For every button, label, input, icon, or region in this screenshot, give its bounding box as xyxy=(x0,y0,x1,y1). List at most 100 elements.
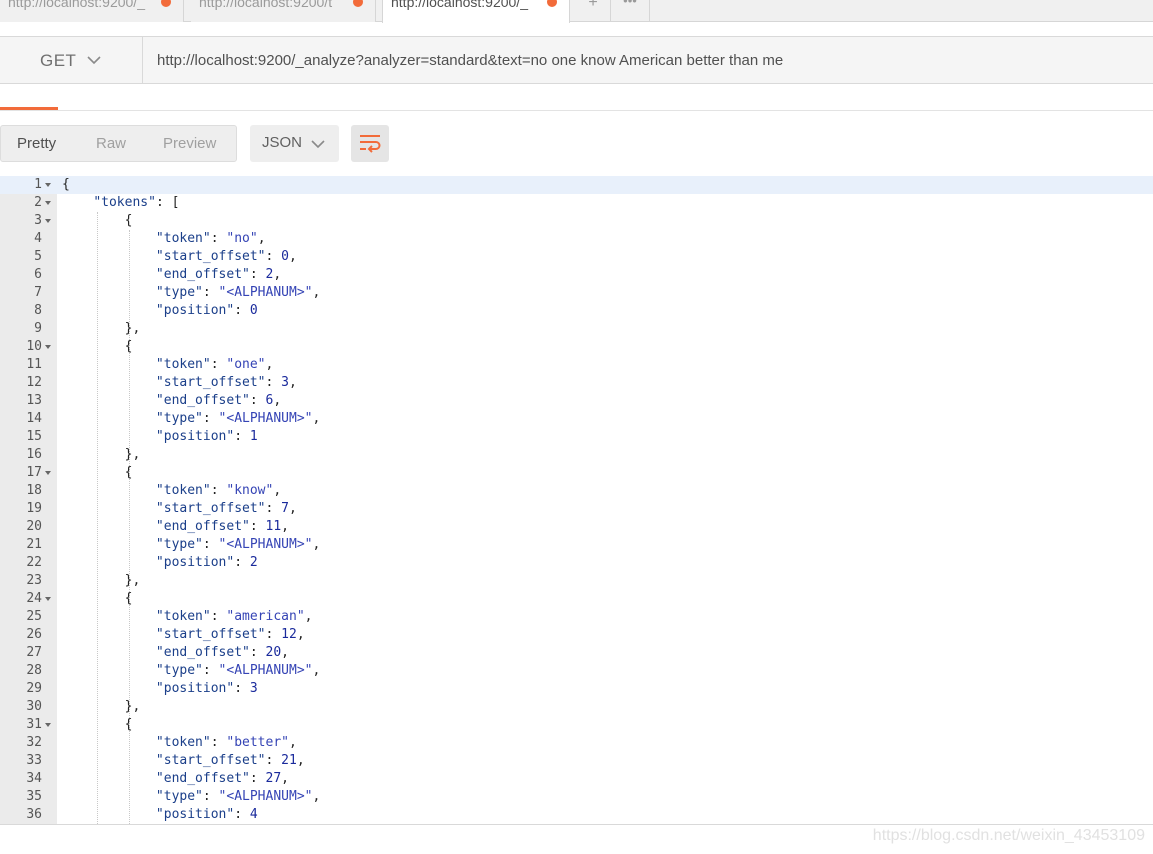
code-text: "type": "<ALPHANUM>", xyxy=(155,789,321,804)
code-line: 13 "end_offset": 6, xyxy=(0,392,1153,410)
code-text: "type": "<ALPHANUM>", xyxy=(155,537,321,552)
line-number: 2 xyxy=(34,195,42,210)
code-text: "start_offset": 21, xyxy=(155,753,305,768)
method-label: GET xyxy=(40,51,77,70)
line-number: 28 xyxy=(26,663,42,678)
url-input[interactable]: http://localhost:9200/_analyze?analyzer=… xyxy=(157,52,783,69)
code-line: 7 "type": "<ALPHANUM>", xyxy=(0,284,1153,302)
code-text: }, xyxy=(62,321,141,336)
line-number: 10 xyxy=(26,339,42,354)
code-text: "position": 0 xyxy=(155,303,258,318)
line-number: 18 xyxy=(26,483,42,498)
code-text: }, xyxy=(62,447,141,462)
line-number: 16 xyxy=(26,447,42,462)
line-number: 23 xyxy=(26,573,42,588)
response-body-viewer[interactable]: 1{2 "tokens": [3 {4 "token": "no", 5 "sta… xyxy=(0,176,1153,824)
code-text: "end_offset": 11, xyxy=(155,519,289,534)
line-number: 32 xyxy=(26,735,42,750)
code-text: "end_offset": 27, xyxy=(155,771,289,786)
code-line: 34 "end_offset": 27, xyxy=(0,770,1153,788)
new-tab-button[interactable]: + xyxy=(576,0,611,22)
code-line: 5 "start_offset": 0, xyxy=(0,248,1153,266)
line-number: 27 xyxy=(26,645,42,660)
code-text: "type": "<ALPHANUM>", xyxy=(155,285,321,300)
request-bar: GET http://localhost:9200/_analyze?analy… xyxy=(0,36,1153,84)
code-line: 35 "type": "<ALPHANUM>", xyxy=(0,788,1153,806)
code-line: 16 }, xyxy=(0,446,1153,464)
code-line: 26 "start_offset": 12, xyxy=(0,626,1153,644)
line-number: 31 xyxy=(26,717,42,732)
line-number: 14 xyxy=(26,411,42,426)
line-number: 26 xyxy=(26,627,42,642)
code-line: 23 }, xyxy=(0,572,1153,590)
line-number: 35 xyxy=(26,789,42,804)
line-number: 11 xyxy=(26,357,42,372)
fold-toggle-icon[interactable] xyxy=(45,723,51,727)
code-line: 10 { xyxy=(0,338,1153,356)
code-line: 21 "type": "<ALPHANUM>", xyxy=(0,536,1153,554)
code-text: "end_offset": 20, xyxy=(155,645,289,660)
request-tab-1[interactable]: http://localhost:9200/_ xyxy=(0,0,184,22)
line-number: 30 xyxy=(26,699,42,714)
request-tab-label: http://localhost:9200/_ xyxy=(8,0,145,10)
method-select[interactable]: GET xyxy=(0,37,143,83)
code-line: 22 "position": 2 xyxy=(0,554,1153,572)
code-text: "type": "<ALPHANUM>", xyxy=(155,411,321,426)
fold-toggle-icon[interactable] xyxy=(45,597,51,601)
code-text: { xyxy=(62,591,133,606)
line-number: 3 xyxy=(34,213,42,228)
code-line: 14 "type": "<ALPHANUM>", xyxy=(0,410,1153,428)
request-tab-label: http://localhost:9200/t xyxy=(199,0,333,10)
code-line: 12 "start_offset": 3, xyxy=(0,374,1153,392)
code-text: "token": "no", xyxy=(155,231,266,246)
request-tab-2[interactable]: http://localhost:9200/t xyxy=(191,0,376,22)
pretty-view-button[interactable]: Pretty xyxy=(17,135,56,152)
code-text: "end_offset": 2, xyxy=(155,267,282,282)
code-text: "token": "one", xyxy=(155,357,274,372)
unsaved-dot-icon xyxy=(547,0,557,7)
active-tab-indicator xyxy=(0,107,58,110)
wrap-icon xyxy=(360,135,381,153)
request-tab-3[interactable]: http://localhost:9200/_ xyxy=(382,0,570,23)
preview-view-button[interactable]: Preview xyxy=(163,135,216,152)
format-select[interactable]: JSON xyxy=(250,125,339,162)
code-text: "type": "<ALPHANUM>", xyxy=(155,663,321,678)
fold-toggle-icon[interactable] xyxy=(45,471,51,475)
line-number: 29 xyxy=(26,681,42,696)
code-text: { xyxy=(62,717,133,732)
line-number: 36 xyxy=(26,807,42,822)
line-number: 19 xyxy=(26,501,42,516)
fold-toggle-icon[interactable] xyxy=(45,219,51,223)
fold-toggle-icon[interactable] xyxy=(45,183,51,187)
divider xyxy=(0,824,1153,825)
fold-toggle-icon[interactable] xyxy=(45,345,51,349)
line-number: 13 xyxy=(26,393,42,408)
code-text: "start_offset": 3, xyxy=(155,375,297,390)
code-text: }, xyxy=(62,699,141,714)
code-line: 29 "position": 3 xyxy=(0,680,1153,698)
code-text: "start_offset": 0, xyxy=(155,249,297,264)
code-line: 32 "token": "better", xyxy=(0,734,1153,752)
tab-options-button[interactable]: ••• xyxy=(611,0,650,22)
code-line: 30 }, xyxy=(0,698,1153,716)
raw-view-button[interactable]: Raw xyxy=(96,135,126,152)
line-number: 15 xyxy=(26,429,42,444)
line-number: 1 xyxy=(34,177,42,192)
chevron-down-icon xyxy=(311,140,325,149)
format-label: JSON xyxy=(262,134,303,151)
code-text: { xyxy=(62,465,133,480)
line-number: 33 xyxy=(26,753,42,768)
tab-bar: http://localhost:9200/_ http://localhost… xyxy=(0,0,1153,23)
code-line: 9 }, xyxy=(0,320,1153,338)
fold-toggle-icon[interactable] xyxy=(45,201,51,205)
wrap-lines-button[interactable] xyxy=(351,125,389,162)
line-number: 34 xyxy=(26,771,42,786)
code-line: 31 { xyxy=(0,716,1153,734)
code-text: "position": 1 xyxy=(155,429,258,444)
code-text: { xyxy=(62,339,133,354)
code-line: 33 "start_offset": 21, xyxy=(0,752,1153,770)
line-number: 6 xyxy=(34,267,42,282)
line-number: 12 xyxy=(26,375,42,390)
code-text: "token": "know", xyxy=(155,483,282,498)
code-line: 27 "end_offset": 20, xyxy=(0,644,1153,662)
